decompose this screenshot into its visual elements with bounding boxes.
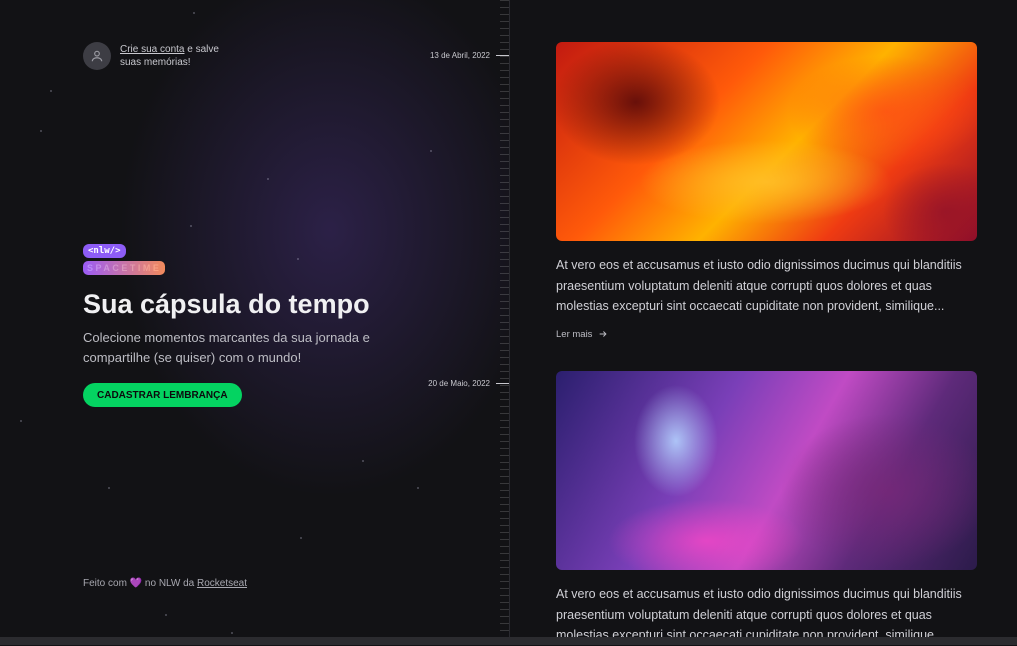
footer: Feito com 💜 no NLW da Rocketseat: [83, 578, 247, 589]
memory-card: At vero eos et accusamus et iusto odio d…: [556, 42, 977, 342]
memory-image: [556, 371, 977, 570]
user-icon: [91, 50, 103, 62]
footer-prefix: Feito com: [83, 578, 130, 589]
memory-text: At vero eos et accusamus et iusto odio d…: [556, 258, 962, 313]
logo-nlw-badge: <nlw/>: [83, 244, 126, 258]
timeline-date: 13 de Abril, 2022: [429, 51, 490, 60]
timeline-date-marker: 20 de Maio, 2022: [428, 379, 510, 388]
logo-spacetime: SPACETIME: [87, 263, 162, 273]
signin-text: Crie sua conta e salve suas memórias!: [120, 43, 230, 69]
signin-area[interactable]: Crie sua conta e salve suas memórias!: [83, 42, 230, 70]
arrow-right-icon: [600, 331, 608, 337]
read-more-link[interactable]: Ler mais: [556, 329, 608, 340]
rocketseat-link[interactable]: Rocketseat: [197, 578, 247, 589]
heart-icon: 💜: [129, 578, 143, 589]
timeline-date-marker: 13 de Abril, 2022: [430, 51, 510, 60]
timeline-tick: [496, 383, 510, 384]
create-account-link[interactable]: Crie sua conta: [120, 44, 184, 55]
timeline-date: 20 de Maio, 2022: [428, 379, 490, 388]
avatar[interactable]: [83, 42, 111, 70]
logo: <nlw/> SPACETIME: [83, 240, 166, 276]
memory-image: [556, 42, 977, 241]
hero-panel: Crie sua conta e salve suas memórias! <n…: [0, 0, 510, 637]
divider: [509, 0, 510, 637]
timeline-tick: [496, 55, 510, 56]
read-more-label: Ler mais: [556, 328, 593, 340]
register-memory-button[interactable]: CADASTRAR LEMBRANÇA: [83, 383, 242, 407]
memory-card: At vero eos et accusamus et iusto odio d…: [556, 371, 977, 646]
page-subtitle: Colecione momentos marcantes da sua jorn…: [83, 330, 370, 365]
footer-middle: no NLW da: [142, 578, 197, 589]
page-title: Sua cápsula do tempo: [83, 289, 370, 319]
horizontal-scrollbar[interactable]: [0, 637, 1017, 645]
